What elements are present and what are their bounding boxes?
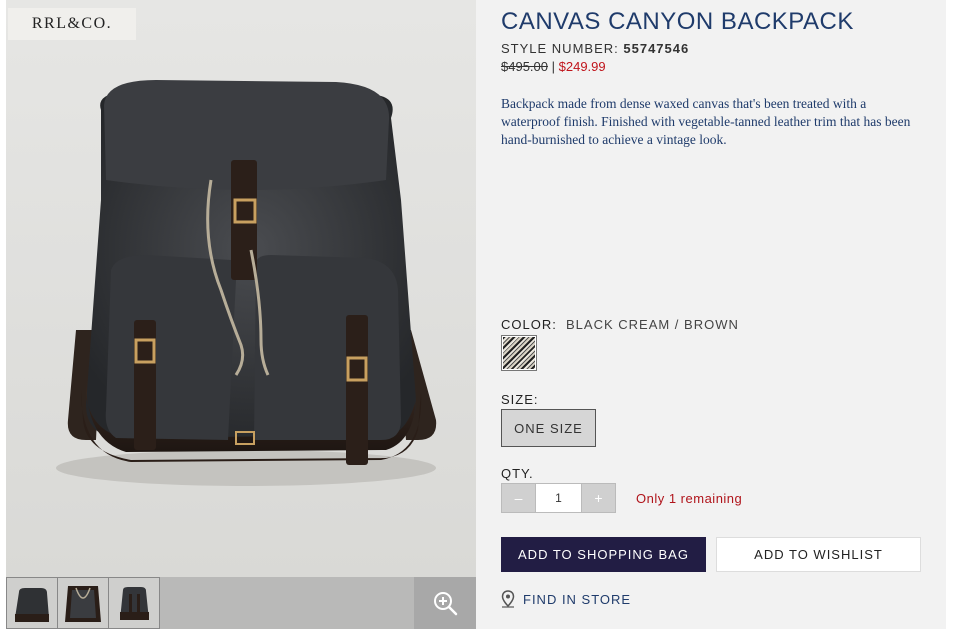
backpack-thumb-icon bbox=[7, 578, 57, 628]
map-pin-icon bbox=[501, 590, 515, 608]
backpack-image bbox=[56, 80, 437, 486]
sale-price: $249.99 bbox=[558, 59, 606, 74]
qty-label: QTY. bbox=[501, 466, 534, 481]
product-main-image[interactable]: RRL&CO. bbox=[6, 0, 476, 577]
product-title: CANVAS CANYON BACKPACK bbox=[501, 8, 854, 35]
original-price: $495.00 bbox=[501, 59, 548, 74]
zoom-button[interactable] bbox=[414, 577, 476, 629]
qty-input[interactable] bbox=[536, 483, 581, 513]
size-option-one-size[interactable]: ONE SIZE bbox=[501, 409, 596, 447]
style-number-label: STYLE NUMBER: bbox=[501, 41, 619, 56]
product-details-panel: CANVAS CANYON BACKPACK STYLE NUMBER: 557… bbox=[476, 0, 946, 629]
thumbnail-open[interactable] bbox=[57, 577, 109, 629]
brand-logo: RRL&CO. bbox=[8, 8, 136, 40]
color-swatch[interactable] bbox=[501, 335, 537, 371]
zoom-in-icon bbox=[434, 592, 458, 616]
backpack-thumb-icon bbox=[109, 578, 159, 628]
size-label: SIZE: bbox=[501, 392, 539, 407]
color-value: BLACK CREAM / BROWN bbox=[566, 317, 739, 332]
add-to-wishlist-button[interactable]: ADD TO WISHLIST bbox=[716, 537, 921, 572]
thumbnail-strip bbox=[6, 577, 476, 629]
price: $495.00 | $249.99 bbox=[501, 59, 606, 74]
backpack-thumb-icon bbox=[58, 578, 108, 628]
color-label: COLOR: bbox=[501, 317, 557, 332]
thumbnail-front[interactable] bbox=[6, 577, 58, 629]
style-number-value: 55747546 bbox=[623, 41, 690, 56]
find-in-store-link[interactable]: FIND IN STORE bbox=[501, 590, 631, 608]
swatch-pattern bbox=[503, 337, 535, 369]
qty-decrease-button[interactable]: – bbox=[501, 483, 536, 513]
thumbnail-back[interactable] bbox=[108, 577, 160, 629]
style-number: STYLE NUMBER: 55747546 bbox=[501, 41, 689, 56]
stock-message: Only 1 remaining bbox=[636, 491, 743, 506]
add-to-bag-button[interactable]: ADD TO SHOPPING BAG bbox=[501, 537, 706, 572]
product-description: Backpack made from dense waxed canvas th… bbox=[501, 96, 911, 147]
product-gallery: RRL&CO. bbox=[6, 0, 476, 629]
price-separator: | bbox=[551, 59, 556, 74]
qty-increase-button[interactable]: + bbox=[581, 483, 616, 513]
find-in-store-label: FIND IN STORE bbox=[523, 591, 632, 607]
